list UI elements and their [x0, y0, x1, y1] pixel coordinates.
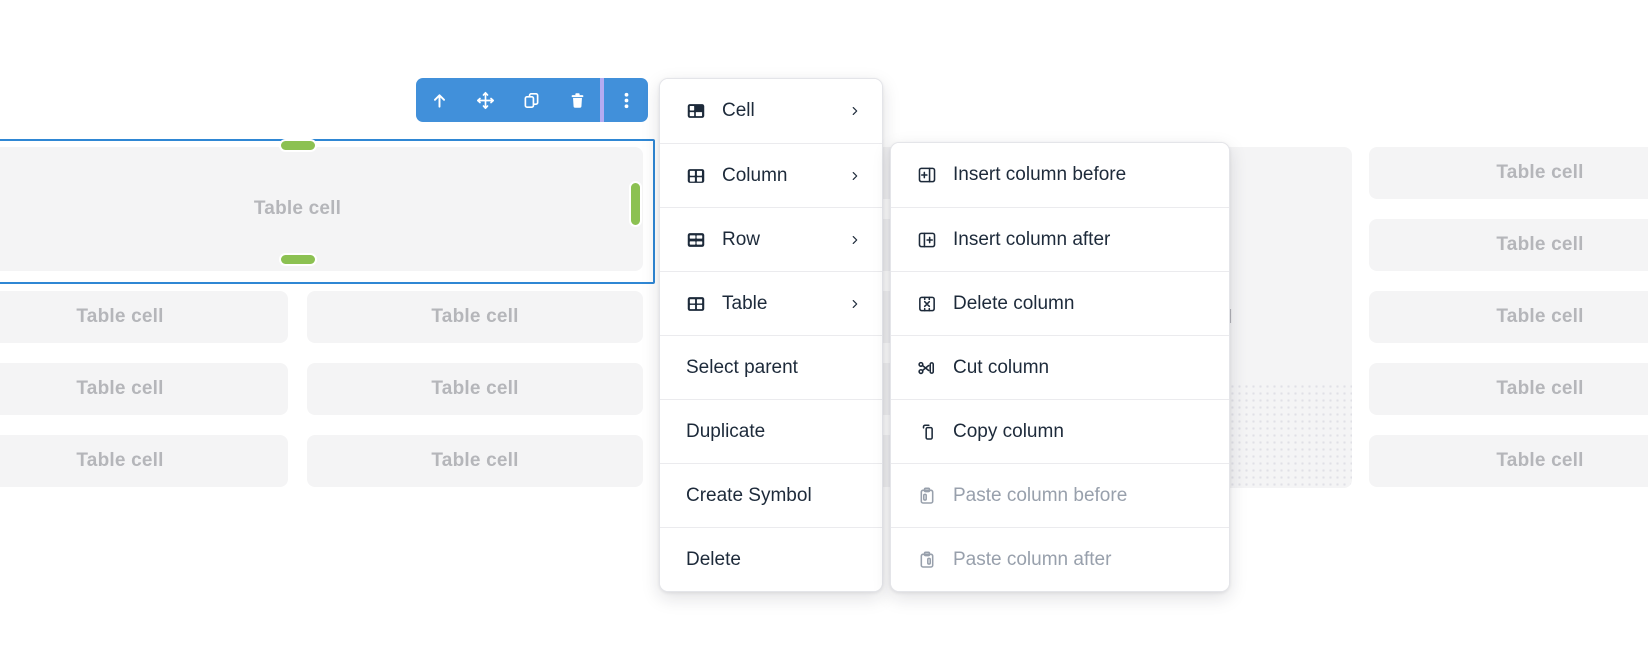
duplicate-button[interactable] [508, 78, 554, 122]
insert-column-after-icon [915, 228, 939, 252]
menu-item-duplicate[interactable]: Duplicate [660, 399, 882, 463]
menu-item-select-parent[interactable]: Select parent [660, 335, 882, 399]
copy-icon [915, 420, 939, 444]
table-cell-label: Table cell [1496, 234, 1584, 255]
chevron-right-icon [848, 233, 862, 247]
table-row-icon [684, 228, 708, 252]
menu-item-label: Column [722, 164, 788, 186]
menu-item-create-symbol[interactable]: Create Symbol [660, 463, 882, 527]
delete-button[interactable] [554, 78, 600, 122]
table-cell[interactable]: Table cell [1369, 435, 1648, 487]
canvas: { "table": { "cell_label": "Table cell" … [0, 0, 1648, 666]
table-cell-icon [684, 99, 708, 123]
menu-item-insert-column-before[interactable]: Insert column before [891, 143, 1229, 207]
cut-icon [915, 356, 939, 380]
move-button[interactable] [462, 78, 508, 122]
menu-item-label: Row [722, 228, 761, 250]
move-up-button[interactable] [416, 78, 462, 122]
table-cell-label: Table cell [1496, 306, 1584, 327]
chevron-right-icon [848, 169, 862, 183]
insert-column-before-icon [915, 163, 939, 187]
table-cell-label: Table cell [76, 306, 164, 327]
menu-item-paste-column-before: Paste column before [891, 463, 1229, 527]
table-cell-label: Table cell [1496, 162, 1584, 183]
resize-handle-right[interactable] [629, 181, 642, 227]
table-cell[interactable]: Table cell [0, 435, 288, 487]
chevron-right-icon [848, 297, 862, 311]
menu-item-copy-column[interactable]: Copy column [891, 399, 1229, 463]
menu-item-label: Paste column before [953, 484, 1128, 506]
menu-item-label: Insert column after [953, 228, 1111, 250]
table-cell[interactable]: Table cell [307, 435, 643, 487]
table-cell[interactable]: Table cell [307, 291, 643, 343]
menu-item-label: Paste column after [953, 548, 1112, 570]
menu-item-label: Create Symbol [686, 484, 812, 506]
table-cell-label: Table cell [1496, 450, 1584, 471]
table-cell[interactable]: Table cell [0, 291, 288, 343]
chevron-right-icon [848, 104, 862, 118]
menu-item-label: Cut column [953, 356, 1050, 378]
resize-handle-top[interactable] [279, 139, 317, 152]
table-cell-label: Table cell [431, 450, 519, 471]
menu-item-label: Table [722, 292, 768, 314]
table-cell[interactable]: Table cell [307, 363, 643, 415]
selection-outline [0, 139, 655, 284]
table-cell-label: Table cell [431, 378, 519, 399]
menu-item-cut-column[interactable]: Cut column [891, 335, 1229, 399]
menu-item-table[interactable]: Table [660, 271, 882, 335]
table-icon [684, 292, 708, 316]
arrow-up-icon [429, 90, 450, 111]
selection-toolbar [416, 78, 648, 122]
table-cell-label: Table cell [1496, 378, 1584, 399]
menu-item-label: Insert column before [953, 164, 1127, 185]
menu-item-label: Delete [686, 548, 741, 570]
table-cell[interactable]: Table cell [1369, 363, 1648, 415]
table-cell[interactable]: Table cell [1369, 291, 1648, 343]
paste-column-after-icon [915, 548, 939, 572]
duplicate-icon [521, 90, 542, 111]
table-cell-label: Table cell [76, 378, 164, 399]
column-submenu: Insert column before Insert column after D… [890, 142, 1230, 592]
table-cell[interactable]: Table cell [0, 363, 288, 415]
delete-column-icon [915, 292, 939, 316]
more-vertical-icon [616, 90, 637, 111]
menu-item-label: Select parent [686, 356, 798, 378]
menu-item-label: Cell [722, 100, 755, 121]
menu-item-delete-column[interactable]: Delete column [891, 271, 1229, 335]
menu-item-insert-column-after[interactable]: Insert column after [891, 207, 1229, 271]
table-cell-label: Table cell [431, 306, 519, 327]
menu-item-column[interactable]: Column [660, 143, 882, 207]
table-cell-label: Table cell [76, 450, 164, 471]
table-cell[interactable]: Table cell [1369, 147, 1648, 199]
menu-item-label: Copy column [953, 420, 1064, 442]
menu-item-label: Duplicate [686, 420, 766, 442]
resize-handle-bottom[interactable] [279, 253, 317, 266]
trash-icon [567, 90, 588, 111]
paste-column-before-icon [915, 484, 939, 508]
table-column-icon [684, 164, 708, 188]
context-menu: Cell Column Row Table Select parent Duplicate… [659, 78, 883, 592]
menu-item-paste-column-after: Paste column after [891, 527, 1229, 591]
move-icon [475, 90, 496, 111]
menu-item-row[interactable]: Row [660, 207, 882, 271]
more-options-button[interactable] [604, 78, 648, 122]
menu-item-delete[interactable]: Delete [660, 527, 882, 591]
menu-item-label: Delete column [953, 292, 1075, 314]
table-cell[interactable]: Table cell [1369, 219, 1648, 271]
menu-item-cell[interactable]: Cell [660, 79, 882, 143]
